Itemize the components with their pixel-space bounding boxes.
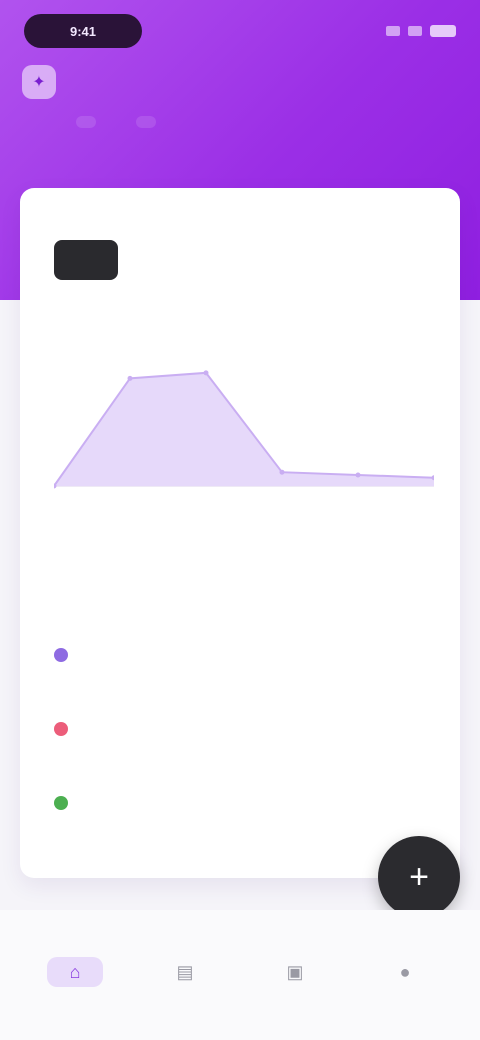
status-bar: 9:41: [24, 14, 456, 50]
category-dot: [54, 796, 68, 810]
metric-chip: [54, 240, 118, 280]
header-row: ✦: [22, 62, 458, 102]
chart-point: [279, 469, 285, 475]
battery-icon: [430, 25, 456, 37]
nav-item-profile[interactable]: ●: [365, 957, 445, 993]
add-button[interactable]: +: [378, 836, 460, 918]
chart-point: [127, 375, 133, 381]
wifi-icon: [408, 26, 422, 36]
summary-card: [20, 188, 460, 878]
signal-icon: [386, 26, 400, 36]
menu-button[interactable]: ✦: [22, 65, 56, 99]
chart-area: [54, 372, 434, 486]
area-chart: [54, 370, 434, 489]
category-dot: [54, 722, 68, 736]
profile-icon: ●: [399, 961, 411, 982]
category-dot: [54, 648, 68, 662]
nav-item-wallet[interactable]: ▣: [255, 957, 335, 993]
hero-tab-1[interactable]: [76, 116, 96, 128]
card-header: [54, 238, 426, 282]
home-icon: ⌂: [47, 957, 103, 987]
chart-point: [203, 370, 209, 376]
hero-tabs: [76, 116, 156, 128]
list-item[interactable]: [54, 618, 428, 692]
category-list: [54, 618, 428, 840]
wallet-icon: ▣: [286, 961, 304, 982]
nav-item-stats[interactable]: ▤: [145, 957, 225, 993]
chart-point: [355, 472, 361, 478]
hero-tab-2[interactable]: [136, 116, 156, 128]
bottom-nav: ⌂ ▤ ▣ ●: [0, 910, 480, 1040]
status-icons: [376, 20, 456, 42]
chart-icon: ▤: [176, 961, 194, 982]
status-time: 9:41: [24, 14, 142, 48]
list-item[interactable]: [54, 692, 428, 766]
list-item[interactable]: [54, 766, 428, 840]
nav-item-home[interactable]: ⌂: [35, 957, 115, 993]
